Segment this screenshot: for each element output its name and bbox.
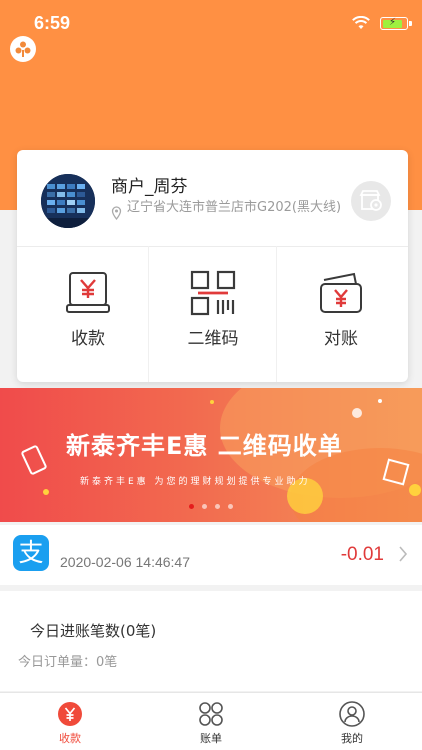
- alipay-icon: 支: [13, 535, 49, 571]
- wallet-icon: [320, 272, 362, 313]
- qr-code-button[interactable]: 二维码: [148, 246, 278, 382]
- tab-profile-label: 我的: [341, 732, 363, 745]
- merchant-card: 商户_周芬 辽宁省大连市普兰店市G202(黑大线) 收款 二维码 对账: [17, 150, 408, 382]
- banner-pagination[interactable]: [0, 494, 422, 513]
- daily-summary: 今日进账笔数(0笔) 今日订单量：0笔: [0, 591, 422, 691]
- banner-title: 新泰齐丰E惠 二维码收单: [66, 432, 343, 460]
- reconciliation-button[interactable]: 对账: [276, 246, 406, 382]
- tab-bills-label: 账单: [200, 732, 222, 745]
- reconciliation-label: 对账: [324, 329, 358, 349]
- promo-banner[interactable]: 新泰齐丰E惠 二维码收单 新泰齐丰E惠 为您的理财规划提供专业助力: [0, 388, 422, 522]
- yen-card-icon: [66, 272, 110, 313]
- merchant-name: 商户_周芬: [111, 177, 188, 197]
- banner-subtitle: 新泰齐丰E惠 为您的理财规划提供专业助力: [80, 477, 311, 487]
- pagination-dot[interactable]: [189, 504, 194, 509]
- yen-circle-icon: [58, 702, 82, 726]
- status-time: 6:59: [34, 13, 71, 33]
- pagination-dot[interactable]: [228, 504, 233, 509]
- tab-bills[interactable]: 账单: [141, 693, 281, 750]
- avatar[interactable]: [41, 174, 95, 228]
- tab-receive-label: 收款: [59, 732, 81, 745]
- receive-payment-button[interactable]: 收款: [23, 246, 153, 382]
- tab-receive[interactable]: 收款: [0, 693, 140, 750]
- battery-icon: ⚡: [380, 17, 412, 30]
- chevron-right-icon: [399, 546, 408, 562]
- user-icon: [339, 701, 365, 727]
- daily-order-count: 今日订单量：0笔: [18, 655, 118, 670]
- qr-code-icon: [190, 270, 236, 316]
- transaction-time: 2020-02-06 14:46:47: [60, 554, 190, 570]
- bills-grid-icon: [199, 702, 223, 726]
- store-settings-icon: [359, 190, 382, 211]
- merchant-address: 辽宁省大连市普兰店市G202(黑大线): [127, 200, 342, 215]
- pagination-dot[interactable]: [202, 504, 207, 509]
- daily-income-count: 今日进账笔数(0笔): [30, 622, 157, 640]
- qr-code-label: 二维码: [187, 329, 239, 349]
- tab-profile[interactable]: 我的: [282, 693, 422, 750]
- app-logo-icon: [10, 36, 36, 62]
- tab-bar: 收款 账单 我的: [0, 692, 422, 750]
- store-settings-button[interactable]: [351, 181, 391, 221]
- receive-payment-label: 收款: [71, 329, 105, 349]
- status-bar: 6:59 ⚡: [0, 0, 422, 44]
- wifi-icon: [352, 16, 370, 29]
- transaction-amount: -0.01: [340, 544, 384, 565]
- pagination-dot[interactable]: [215, 504, 220, 509]
- transaction-row[interactable]: 支 2020-02-06 14:46:47 -0.01: [0, 525, 422, 585]
- location-pin-icon: [111, 206, 122, 220]
